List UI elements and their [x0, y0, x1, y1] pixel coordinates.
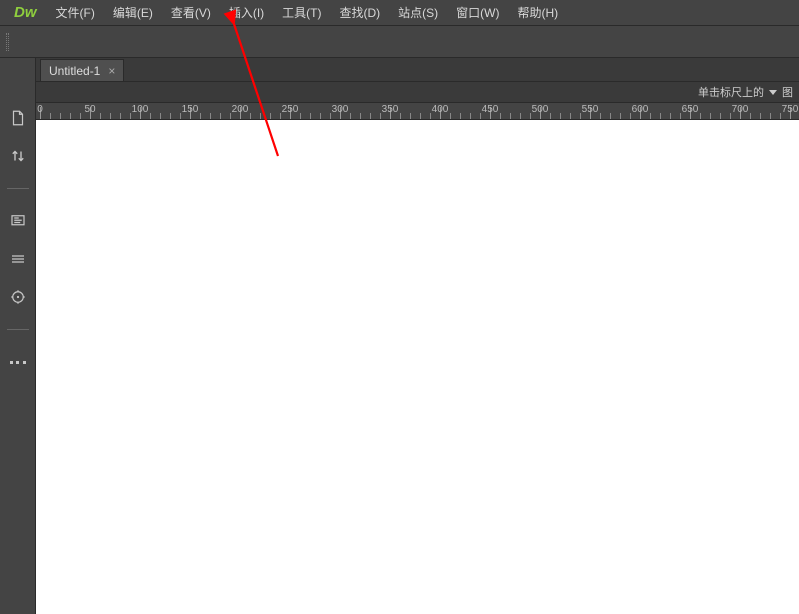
ruler-label: 100 [132, 104, 149, 115]
ruler-tick-minor [200, 113, 201, 119]
ruler-label: 250 [282, 104, 299, 115]
document-tab-title: Untitled-1 [49, 64, 100, 78]
ruler-tick-minor [210, 113, 211, 119]
ruler-tick-minor [400, 113, 401, 119]
ruler-label: 600 [632, 104, 649, 115]
ruler-tick-minor [560, 113, 561, 119]
ruler-label: 350 [382, 104, 399, 115]
ruler-tick-minor [360, 113, 361, 119]
close-icon[interactable]: × [108, 64, 115, 78]
ruler-tick-minor [500, 113, 501, 119]
ruler-tick-minor [270, 113, 271, 119]
ruler-tick-minor [350, 113, 351, 119]
rail-separator [7, 329, 29, 330]
ruler-tick-minor [460, 113, 461, 119]
ruler-tick-minor [110, 113, 111, 119]
ruler-hint-bar: 单击标尺上的 图 [36, 82, 799, 102]
ruler-tick-minor [610, 113, 611, 119]
ruler-tick-minor [250, 113, 251, 119]
ruler-tick-minor [120, 113, 121, 119]
ruler-label: 500 [532, 104, 549, 115]
ruler-tick-minor [170, 113, 171, 119]
ruler-label: 650 [682, 104, 699, 115]
ruler-tick-minor [750, 113, 751, 119]
ruler-tick-minor [760, 113, 761, 119]
canvas-wrap [36, 120, 799, 614]
ruler-tick-minor [410, 113, 411, 119]
ruler-label: 700 [732, 104, 749, 115]
file-icon[interactable] [8, 108, 28, 128]
menu-help[interactable]: 帮助(H) [508, 0, 567, 26]
document-area: Untitled-1 × 单击标尺上的 图 0 50 100 150 200 250 300… [36, 58, 799, 614]
ruler-label: 750 [782, 104, 799, 115]
app-logo: Dw [4, 4, 47, 21]
ruler-tick-minor [520, 113, 521, 119]
inspect-icon[interactable] [8, 287, 28, 307]
horizontal-ruler[interactable]: 0 50 100 150 200 250 300 350 400 450 500 550 600 650 7… [36, 102, 799, 120]
menu-file[interactable]: 文件(F) [47, 0, 104, 26]
ruler-tick-minor [510, 113, 511, 119]
design-canvas[interactable] [36, 120, 799, 614]
ruler-tick-minor [450, 113, 451, 119]
more-icon[interactable] [8, 352, 28, 372]
ruler-label: 300 [332, 104, 349, 115]
ruler-tick-minor [600, 113, 601, 119]
work-area: Untitled-1 × 单击标尺上的 图 0 50 100 150 200 250 300… [0, 58, 799, 614]
split-view-icon[interactable] [8, 249, 28, 269]
menubar: Dw 文件(F) 编辑(E) 查看(V) 插入(I) 工具(T) 查找(D) 站… [0, 0, 799, 26]
menu-find[interactable]: 查找(D) [330, 0, 389, 26]
ruler-tick-minor [570, 113, 571, 119]
ruler-hint-text: 单击标尺上的 [698, 84, 764, 100]
ruler-tick-minor [620, 113, 621, 119]
ruler-tick-minor [50, 113, 51, 119]
ruler-label: 450 [482, 104, 499, 115]
ruler-tick-minor [80, 113, 81, 119]
dropdown-triangle-icon [768, 87, 778, 97]
menu-window[interactable]: 窗口(W) [447, 0, 508, 26]
ruler-tick-minor [550, 113, 551, 119]
ruler-label: 0 [37, 104, 43, 115]
menu-tools[interactable]: 工具(T) [273, 0, 330, 26]
toolbar-strip [0, 26, 799, 58]
document-tab[interactable]: Untitled-1 × [40, 59, 124, 81]
ruler-tick-minor [60, 113, 61, 119]
ruler-tick-minor [100, 113, 101, 119]
ruler-tick-minor [710, 113, 711, 119]
ruler-tick-minor [660, 113, 661, 119]
ruler-tick-minor [310, 113, 311, 119]
ruler-tick-minor [370, 113, 371, 119]
hint-truncated-text: 图 [782, 84, 793, 100]
ruler-tick-minor [70, 113, 71, 119]
ruler-label: 50 [84, 104, 95, 115]
ruler-tick-minor [720, 113, 721, 119]
menu-edit[interactable]: 编辑(E) [104, 0, 162, 26]
ruler-label: 150 [182, 104, 199, 115]
menu-site[interactable]: 站点(S) [389, 0, 447, 26]
ruler-tick-minor [770, 113, 771, 119]
ruler-tick-minor [670, 113, 671, 119]
toolbar-drag-handle[interactable] [6, 33, 9, 51]
rail-separator [7, 188, 29, 189]
ruler-tick-minor [260, 113, 261, 119]
ruler-tick-minor [220, 113, 221, 119]
ruler-label: 550 [582, 104, 599, 115]
ruler-label: 200 [232, 104, 249, 115]
ruler-tick-minor [300, 113, 301, 119]
menu-view[interactable]: 查看(V) [162, 0, 220, 26]
document-tabbar: Untitled-1 × [36, 58, 799, 82]
ruler-tick-minor [150, 113, 151, 119]
file-management-icon[interactable] [8, 146, 28, 166]
ruler-tick-minor [700, 113, 701, 119]
live-view-icon[interactable] [8, 211, 28, 231]
ruler-tick-minor [160, 113, 161, 119]
ruler-label: 400 [432, 104, 449, 115]
ruler-tick-minor [320, 113, 321, 119]
ruler-tick-minor [650, 113, 651, 119]
left-tool-rail [0, 58, 36, 614]
ruler-tick-minor [470, 113, 471, 119]
menu-insert[interactable]: 插入(I) [220, 0, 273, 26]
ruler-tick-minor [420, 113, 421, 119]
